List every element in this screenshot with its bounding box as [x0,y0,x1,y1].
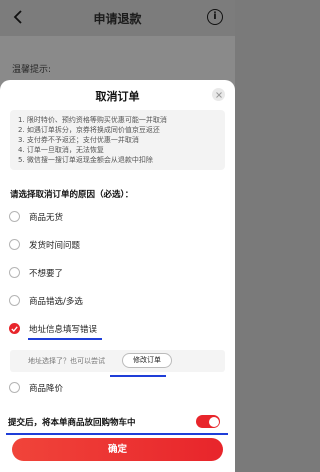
address-hint-box: 地址选择了？也可以尝试 修改订单 [10,350,225,372]
notice-line: 4. 订单一旦取消，无法恢复 [18,146,104,154]
reason-option[interactable]: 商品降价 [0,377,235,399]
reason-option[interactable]: 商品无货 [0,206,235,228]
toggle-knob [208,416,219,427]
reason-option[interactable]: 不想要了 [0,262,235,284]
reason-option[interactable]: 商品错选/多选 [0,290,235,312]
reason-label: 商品无货 [29,213,64,223]
info-icon[interactable]: i [207,9,223,25]
reason-label: 地址信息填写错误 [29,325,98,335]
notice-line: 3. 支付券不予返还；支付优惠一并取消 [18,136,139,144]
sheet-title: 取消订单 [95,90,140,103]
radio-button[interactable] [9,295,20,306]
reason-label: 不想要了 [29,269,64,279]
page-title: 申请退款 [93,12,142,26]
close-icon [215,91,222,98]
reason-question: 请选择取消订单的原因（必选）： [10,190,134,200]
cancel-notice-box: 1. 限时特价、预约资格等购买优惠可能一并取消 2. 如遇订单拆分，京券将换成同… [10,110,225,170]
radio-button[interactable] [9,267,20,278]
return-to-cart-row: 提交后，将本单商品放回购物车中 [0,412,235,432]
return-to-cart-toggle[interactable] [196,415,220,428]
return-to-cart-label: 提交后，将本单商品放回购物车中 [8,418,136,428]
checkmark-icon [11,325,18,332]
background-header: 申请退款 i [0,0,235,36]
notice-line: 1. 限时特价、预约资格等购买优惠可能一并取消 [18,116,167,124]
notice-line: 5. 微信搜一搜订单返现金额会从退款中扣除 [18,156,153,164]
radio-button[interactable] [9,382,20,393]
radio-button[interactable] [9,239,20,250]
radio-button-checked[interactable] [9,323,20,334]
confirm-button[interactable]: 确定 [12,438,223,461]
reason-option-selected[interactable]: 地址信息填写错误 [0,318,235,340]
notice-line: 2. 如遇订单拆分，京券将换成同价值京豆返还 [18,126,160,134]
annotation-underline [6,433,228,435]
reason-label: 发货时间问题 [29,241,81,251]
close-button[interactable] [212,88,225,101]
annotation-underline [28,338,102,340]
cancel-order-sheet: 取消订单 1. 限时特价、预约资格等购买优惠可能一并取消 2. 如遇订单拆分，京… [0,80,235,472]
reason-option[interactable]: 发货时间问题 [0,234,235,256]
background-tip-label: 温馨提示: [12,65,52,75]
radio-button[interactable] [9,211,20,222]
address-hint-text: 地址选择了？也可以尝试 [28,357,105,365]
reason-label: 商品错选/多选 [29,297,83,307]
edit-order-button[interactable]: 修改订单 [122,353,172,368]
reason-label: 商品降价 [29,384,64,394]
